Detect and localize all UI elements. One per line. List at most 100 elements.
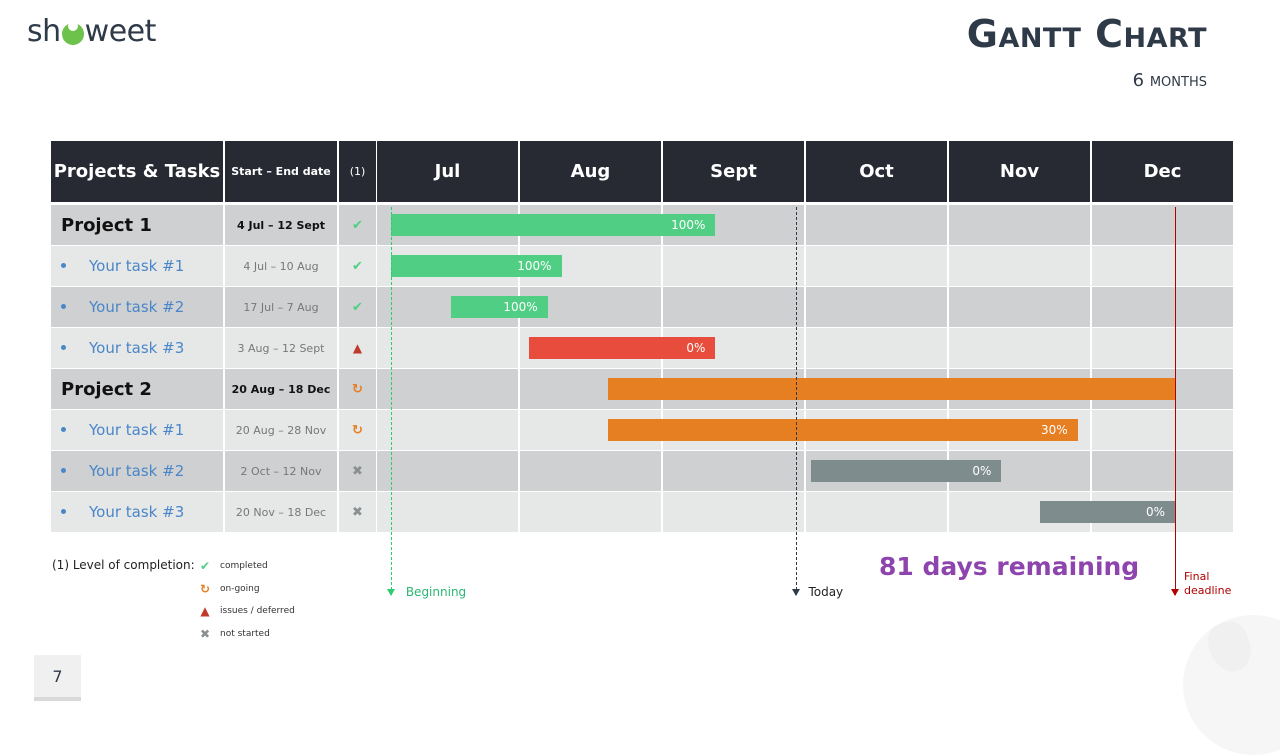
date-range: 20 Aug – 28 Nov — [235, 423, 327, 437]
cell-background — [377, 492, 518, 532]
header-month-sept: Sept — [663, 141, 804, 202]
page-subtitle: 6 months — [1132, 70, 1207, 91]
cell-background — [663, 492, 804, 532]
legend-label: issues / deferred — [220, 606, 295, 616]
date-range: 3 Aug – 12 Sept — [237, 341, 325, 355]
cell-background — [520, 492, 661, 532]
task-row: Your task #2 2 Oct – 12 Nov ✖ 0% — [51, 451, 1234, 491]
logo-o-icon — [61, 20, 84, 45]
ongoing-icon: ↻ — [199, 581, 211, 596]
legend-item-ongoing: ↻ on-going — [197, 582, 260, 596]
header-month-aug: Aug — [520, 141, 661, 202]
cell-background — [1092, 328, 1233, 368]
bullet-icon — [61, 304, 66, 309]
bullet-icon — [61, 427, 66, 432]
cell-background — [949, 328, 1090, 368]
date-range: 20 Aug – 18 Dec — [231, 382, 331, 396]
gantt-bar[interactable]: 100% — [390, 214, 716, 236]
cell-background — [1092, 246, 1233, 286]
cell-background — [806, 287, 947, 327]
bullet-icon — [61, 345, 66, 350]
cell-background — [663, 451, 804, 491]
marker-line-final-deadline — [1175, 207, 1177, 595]
task-name[interactable]: Your task #3 — [51, 328, 223, 368]
showeet-logo: sh weet — [27, 14, 156, 49]
gantt-bar[interactable]: 0% — [1039, 501, 1176, 523]
ongoing-icon: ↻ — [352, 381, 363, 397]
cell-background — [1092, 205, 1233, 245]
cell-background — [377, 328, 518, 368]
cell-background — [1092, 287, 1233, 327]
header-status: (1) — [339, 141, 376, 202]
cell-background — [1092, 451, 1233, 491]
gantt-bar[interactable]: 100% — [390, 255, 562, 277]
date-range: 2 Oct – 12 Nov — [240, 464, 322, 478]
header-projects-tasks: Projects & Tasks — [51, 141, 223, 202]
cell-background — [806, 328, 947, 368]
logo-text-right: weet — [84, 14, 157, 49]
cell-background — [806, 492, 947, 532]
bullet-icon — [61, 509, 66, 514]
cell-background — [377, 369, 518, 409]
issues-icon: ▲ — [200, 604, 210, 618]
cell-background — [949, 205, 1090, 245]
header-dates: Start – End date — [225, 141, 337, 202]
beginning-label: Beginning — [405, 585, 467, 599]
cell-background — [806, 246, 947, 286]
task-name[interactable]: Your task #1 — [51, 410, 223, 450]
date-range: 4 Jul – 12 Sept — [237, 218, 325, 232]
cell-background — [1092, 410, 1233, 450]
legend-item-not-started: ✖ not started — [197, 627, 270, 641]
header-month-oct: Oct — [806, 141, 947, 202]
gantt-bar[interactable]: 30% — [607, 419, 1078, 441]
date-range: 20 Nov – 18 Dec — [235, 505, 327, 519]
task-name[interactable]: Your task #3 — [51, 492, 223, 532]
legend-label: not started — [220, 628, 270, 639]
gantt-bar[interactable] — [607, 378, 1176, 400]
completed-icon: ✔ — [199, 559, 211, 573]
project-row: Project 1 4 Jul – 12 Sept ✔ 100% — [51, 205, 1234, 245]
cell-background — [663, 287, 804, 327]
task-row: Your task #3 20 Nov – 18 Dec ✖ 0% — [51, 492, 1234, 532]
deadline-label-line2: deadline — [1184, 584, 1232, 597]
task-row: Your task #3 3 Aug – 12 Sept ▲ 0% — [51, 328, 1234, 368]
header-month-nov: Nov — [949, 141, 1090, 202]
task-row: Your task #1 4 Jul – 10 Aug ✔ 100% — [51, 246, 1234, 286]
task-row: Your task #1 20 Aug – 28 Nov ↻ 30% — [51, 410, 1234, 450]
cell-background — [806, 205, 947, 245]
task-row: Your task #2 17 Jul – 7 Aug ✔ 100% — [51, 287, 1234, 327]
ongoing-icon: ↻ — [352, 422, 363, 438]
gantt-bar[interactable]: 0% — [529, 337, 716, 359]
cell-background — [377, 410, 518, 450]
task-name[interactable]: Your task #2 — [51, 287, 223, 327]
bullet-icon — [61, 263, 66, 268]
task-name[interactable]: Your task #1 — [51, 246, 223, 286]
marker-line-today — [796, 207, 798, 595]
not-started-icon: ✖ — [352, 504, 363, 520]
cell-background — [949, 287, 1090, 327]
completed-icon: ✔ — [352, 258, 363, 274]
days-remaining: 81 days remaining — [879, 552, 1140, 581]
deadline-label-line1: Final — [1184, 570, 1210, 583]
task-name[interactable]: Your task #2 — [51, 451, 223, 491]
not-started-icon: ✖ — [352, 463, 363, 479]
logo-text-left: sh — [27, 14, 61, 49]
cell-background — [520, 451, 661, 491]
cell-background — [377, 451, 518, 491]
gantt-bar[interactable]: 0% — [810, 460, 1002, 482]
bullet-icon — [61, 468, 66, 473]
project-name[interactable]: Project 1 — [51, 205, 223, 245]
legend-item-issues: ▲ issues / deferred — [197, 604, 295, 618]
marker-line-beginning — [390, 207, 392, 595]
gantt-bar[interactable]: 100% — [450, 296, 548, 318]
issues-icon: ▲ — [352, 341, 363, 355]
today-label: Today — [808, 585, 844, 599]
project-name[interactable]: Project 2 — [51, 369, 223, 409]
project-row: Project 2 20 Aug – 18 Dec ↻ — [51, 369, 1234, 409]
page-number: 7 — [34, 655, 81, 701]
cell-background — [949, 246, 1090, 286]
completed-icon: ✔ — [352, 299, 363, 315]
date-range: 17 Jul – 7 Aug — [243, 300, 319, 314]
page-title: Gantt Chart — [966, 12, 1207, 56]
date-range: 4 Jul – 10 Aug — [243, 259, 319, 273]
